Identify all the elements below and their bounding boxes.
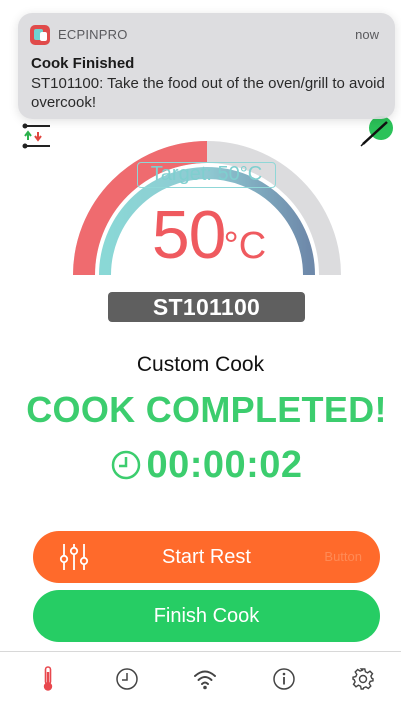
- tab-bar: [0, 651, 401, 704]
- history-clock-icon: [116, 668, 138, 690]
- target-temperature-label[interactable]: Target: 50°C: [137, 162, 276, 188]
- tab-settings[interactable]: [343, 652, 383, 704]
- temperature-unit: °C: [223, 225, 267, 267]
- tab-connection[interactable]: [185, 652, 225, 704]
- elapsed-time: 00:00:02: [146, 443, 303, 486]
- probe-status-icon[interactable]: [359, 116, 395, 148]
- thermometer-icon: [43, 666, 53, 691]
- cook-status-label: COOK COMPLETED!: [26, 389, 387, 430]
- clock-icon: [112, 450, 141, 480]
- tab-thermometer[interactable]: [28, 652, 68, 704]
- tab-history[interactable]: [107, 652, 147, 704]
- push-notification[interactable]: ECPINPRO now Cook Finished ST101100: Tak…: [18, 13, 395, 119]
- wifi-icon: [194, 670, 216, 690]
- settings-gear-icon: [352, 668, 374, 690]
- elapsed-timer: 00:00:02: [0, 440, 401, 490]
- start-rest-button[interactable]: Start Rest Button: [33, 531, 380, 583]
- finish-cook-button[interactable]: Finish Cook: [33, 590, 380, 642]
- device-id-badge: ST101100: [108, 292, 305, 322]
- notification-body: ST101100: Take the food out of the oven/…: [31, 75, 385, 111]
- notification-title: Cook Finished: [31, 55, 135, 72]
- info-icon: [273, 668, 295, 690]
- tab-info[interactable]: [264, 652, 304, 704]
- cook-mode-label: Custom Cook: [136, 353, 265, 376]
- probe-swap-icon[interactable]: [22, 122, 58, 152]
- current-temperature: 50°C: [134, 196, 284, 276]
- notification-app-name: ECPINPRO: [58, 27, 128, 42]
- temperature-value: 50: [151, 197, 227, 273]
- notification-time: now: [355, 27, 379, 42]
- app-logo-icon: [30, 25, 50, 45]
- start-rest-hint: Button: [324, 549, 362, 564]
